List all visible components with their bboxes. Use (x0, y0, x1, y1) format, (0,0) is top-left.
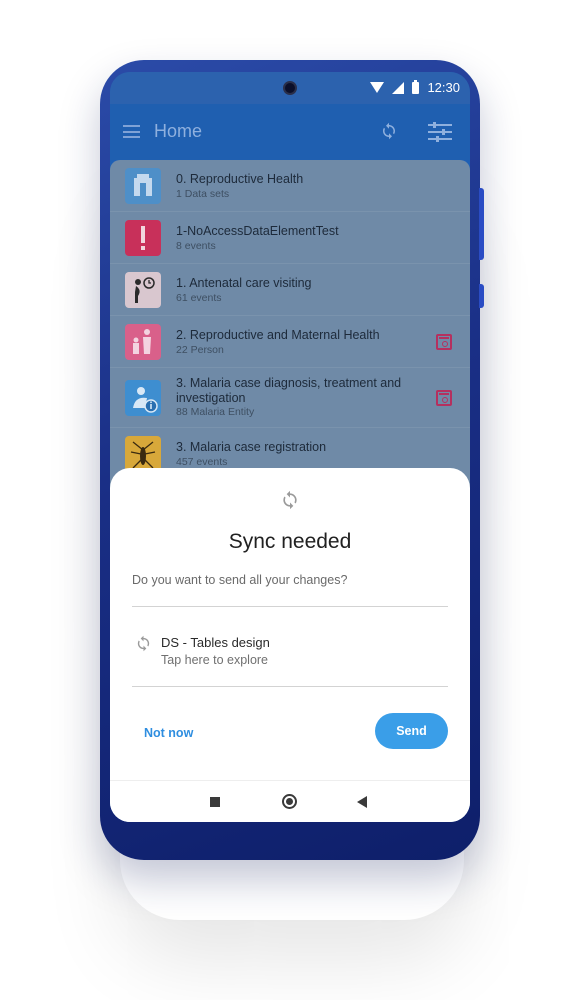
list-item[interactable]: 2. Reproductive and Maternal Health 22 P… (110, 316, 470, 368)
status-bar: 12:30 (110, 72, 470, 104)
mother-child-icon (125, 324, 161, 360)
program-subtitle: 8 events (176, 240, 216, 252)
back-icon[interactable] (357, 796, 367, 808)
home-icon[interactable] (282, 794, 297, 809)
page-title: Home (154, 121, 203, 141)
battery-icon (412, 79, 420, 94)
signal-icon (392, 81, 405, 94)
program-title: 3. Malaria case registration (176, 440, 327, 454)
send-button[interactable]: Send (375, 713, 448, 749)
program-title: 3. Malaria case diagnosis, treatment and… (176, 376, 402, 405)
recents-icon[interactable] (210, 797, 220, 807)
program-title: 1-NoAccessDataElementTest (176, 224, 339, 238)
clinic-icon (125, 168, 161, 204)
list-item[interactable]: 1. Antenatal care visiting 61 events (110, 264, 470, 316)
sync-icon[interactable] (380, 122, 398, 140)
dialog-message: Do you want to send all your changes? (132, 573, 348, 587)
navigation-bar (110, 780, 470, 822)
divider (132, 606, 448, 607)
sync-icon (283, 490, 297, 510)
program-subtitle: 88 Malaria Entity (176, 406, 255, 418)
volume-button (479, 188, 484, 260)
sync-item-title: DS - Tables design (161, 635, 270, 650)
app-bar: Home (110, 104, 470, 160)
program-subtitle: 22 Person (176, 344, 224, 356)
program-title: 0. Reproductive Health (176, 172, 304, 186)
not-now-button[interactable]: Not now (144, 726, 193, 740)
filter-icon[interactable] (428, 122, 452, 142)
dialog-title: Sync needed (228, 530, 352, 553)
list-item[interactable]: 1-NoAccessDataElementTest 8 events (110, 212, 470, 264)
camera-icon (283, 81, 297, 95)
program-title: 2. Reproductive and Maternal Health (176, 328, 380, 342)
power-button (479, 284, 484, 308)
program-subtitle: 1 Data sets (176, 188, 230, 200)
calendar-icon[interactable] (436, 390, 452, 406)
program-subtitle: 457 events (176, 456, 228, 468)
phone-screen: 12:30 Home 0. Reproductive Health 1 Data… (110, 72, 470, 822)
sync-dialog: Sync needed Do you want to send all your… (110, 468, 470, 822)
program-subtitle: 61 events (176, 292, 222, 304)
sync-icon (137, 635, 150, 652)
wifi-icon (370, 82, 385, 93)
sync-item-subtitle: Tap here to explore (161, 653, 269, 667)
calendar-icon[interactable] (436, 334, 452, 350)
divider (132, 686, 448, 687)
exclamation-icon (125, 220, 161, 256)
pregnant-clock-icon (125, 272, 161, 308)
mosquito-icon (125, 436, 161, 472)
diagnosis-icon (125, 380, 161, 416)
program-title: 1. Antenatal care visiting (176, 276, 312, 290)
list-item[interactable]: 3. Malaria case diagnosis, treatment and… (110, 368, 470, 428)
status-icons: 12:30 (370, 79, 460, 95)
status-time: 12:30 (427, 80, 460, 95)
menu-icon[interactable] (123, 125, 140, 138)
list-item[interactable]: 0. Reproductive Health 1 Data sets (110, 160, 470, 212)
